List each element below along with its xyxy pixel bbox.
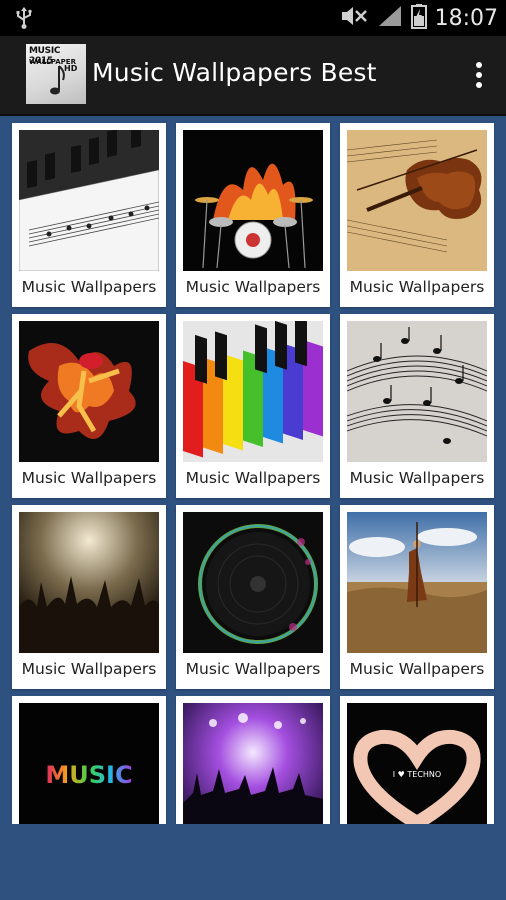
floating-notes-thumbnail — [347, 321, 487, 462]
fire-dancer-thumbnail — [19, 321, 159, 462]
wallpaper-label: Music Wallpapers — [185, 469, 321, 487]
wallpaper-card-techno-heart[interactable]: I ♥ TECHNO — [340, 696, 494, 824]
wallpaper-label: Music Wallpapers — [349, 469, 485, 487]
status-time: 18:07 — [434, 5, 498, 31]
wallpaper-card-purple-concert[interactable] — [176, 696, 330, 824]
wallpaper-grid: Music Wallpapers Music Wallpapers Music … — [0, 116, 506, 824]
heart-text: I ♥ TECHNO — [393, 770, 441, 779]
wallpaper-label: Music Wallpapers — [185, 660, 321, 678]
piano-sheet-thumbnail — [19, 130, 159, 271]
wallpaper-label: Music Wallpapers — [349, 278, 485, 296]
desert-cellist-thumbnail — [347, 512, 487, 653]
wallpaper-card-vinyl-record[interactable]: Music Wallpapers — [176, 505, 330, 689]
neon-music-thumbnail: MUSIC — [19, 703, 159, 824]
purple-concert-thumbnail — [183, 703, 323, 824]
wallpaper-card-piano-sheet[interactable]: Music Wallpapers — [12, 123, 166, 307]
neon-music-text: MUSIC — [45, 761, 132, 789]
wallpaper-card-violin[interactable]: Music Wallpapers — [340, 123, 494, 307]
fire-drums-thumbnail — [183, 130, 323, 271]
wallpaper-card-fire-dancer[interactable]: Music Wallpapers — [12, 314, 166, 498]
wallpaper-label: Music Wallpapers — [185, 278, 321, 296]
status-bar: 18:07 — [0, 0, 506, 36]
signal-icon — [377, 4, 403, 32]
wallpaper-label: Music Wallpapers — [21, 660, 157, 678]
music-note-icon — [50, 65, 65, 95]
wallpaper-card-desert-cellist[interactable]: Music Wallpapers — [340, 505, 494, 689]
wallpaper-card-floating-notes[interactable]: Music Wallpapers — [340, 314, 494, 498]
rainbow-piano-thumbnail — [183, 321, 323, 462]
wallpaper-label: Music Wallpapers — [349, 660, 485, 678]
usb-icon — [14, 6, 34, 34]
violin-thumbnail — [347, 130, 487, 271]
concert-crowd-thumbnail — [19, 512, 159, 653]
wallpaper-card-fire-drums[interactable]: Music Wallpapers — [176, 123, 330, 307]
wallpaper-label: Music Wallpapers — [21, 278, 157, 296]
app-title: Music Wallpapers Best — [92, 58, 377, 87]
overflow-menu-icon[interactable] — [474, 62, 484, 92]
wallpaper-card-concert-crowd[interactable]: Music Wallpapers — [12, 505, 166, 689]
battery-icon — [410, 3, 427, 33]
app-logo: MUSIC 2015 WALLPAPER HD — [26, 44, 86, 104]
wallpaper-label: Music Wallpapers — [21, 469, 157, 487]
techno-heart-thumbnail: I ♥ TECHNO — [347, 703, 487, 824]
mute-icon — [339, 4, 369, 32]
action-bar: MUSIC 2015 WALLPAPER HD Music Wallpapers… — [0, 36, 506, 116]
wallpaper-card-neon-music[interactable]: MUSIC — [12, 696, 166, 824]
wallpaper-card-rainbow-piano[interactable]: Music Wallpapers — [176, 314, 330, 498]
vinyl-record-thumbnail — [183, 512, 323, 653]
